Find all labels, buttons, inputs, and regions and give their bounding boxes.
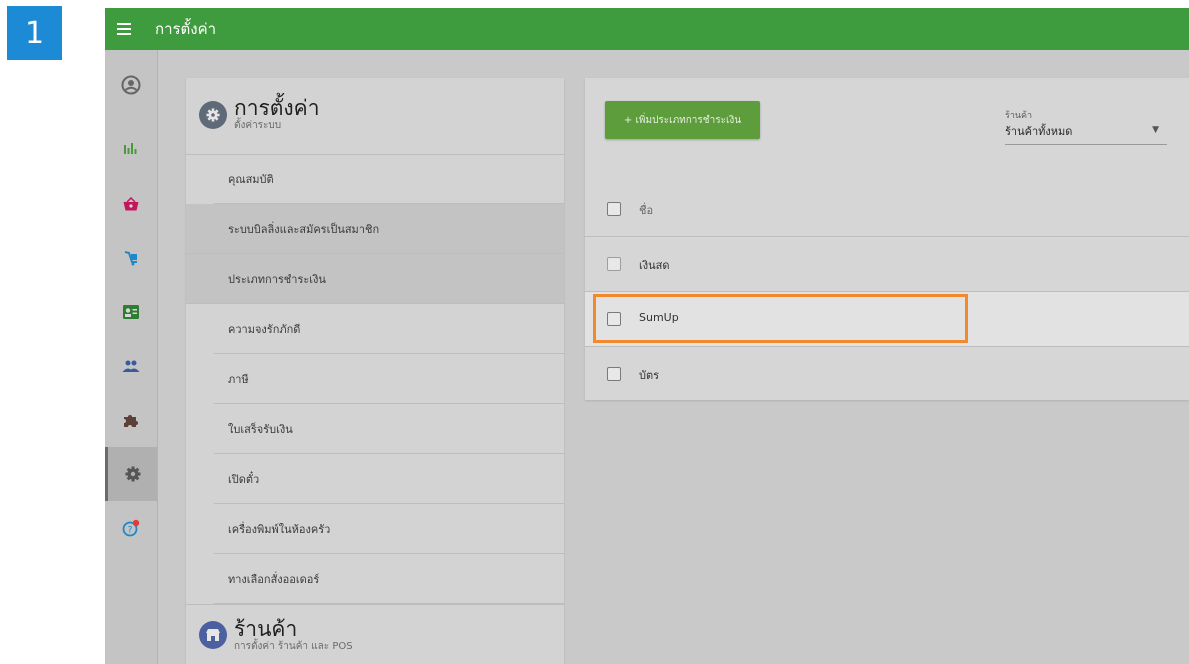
table-header: ชื่อ (585, 182, 1189, 237)
sidebar-item-customers[interactable] (105, 339, 157, 393)
hamburger-icon[interactable] (117, 8, 151, 50)
sidebar: ? (105, 50, 158, 664)
store-section-subtitle: การตั้งค่า ร้านค้า และ POS (234, 641, 353, 652)
app-window: การตั้งค่า ? การตั้งค่า ตั้งค่าระบบ คุณส… (105, 8, 1189, 664)
items-icon (124, 251, 137, 266)
settings-menu-card: การตั้งค่า ตั้งค่าระบบ คุณสมบัติ ระบบบิล… (186, 78, 564, 664)
highlight-annotation-box (593, 294, 968, 343)
help-icon: ? (122, 519, 140, 537)
store-icon (199, 621, 227, 649)
sidebar-item-employees[interactable] (105, 285, 157, 339)
column-header-name: ชื่อ (639, 204, 654, 217)
settings-item-billing[interactable]: ระบบบิลลิ่งและสมัครเป็นสมาชิก (186, 204, 564, 254)
settings-item-features[interactable]: คุณสมบัติ (214, 154, 564, 204)
basket-icon (123, 197, 139, 211)
payment-type-name: บัตร (639, 369, 660, 382)
settings-item-receipts[interactable]: ใบเสร็จรับเงิน (214, 404, 564, 454)
sidebar-item-items[interactable] (105, 231, 157, 285)
settings-item-loyalty[interactable]: ความจงรักภักดี (214, 304, 564, 354)
reports-icon (124, 143, 137, 154)
customers-icon (122, 360, 140, 372)
sidebar-item-integrations[interactable] (105, 393, 157, 447)
table-row[interactable]: บัตร (585, 347, 1189, 402)
table-row[interactable]: เงินสด (585, 237, 1189, 292)
store-filter-value: ร้านค้าทั้งหมด (1005, 125, 1073, 138)
select-all-checkbox[interactable] (607, 202, 621, 216)
sidebar-item-sales[interactable] (105, 177, 157, 231)
page-title: การตั้งค่า (155, 20, 217, 38)
store-filter-label: ร้านค้า (1005, 111, 1033, 121)
add-payment-type-button[interactable]: + เพิ่มประเภทการชำระเงิน (605, 101, 760, 139)
payment-type-name: เงินสด (639, 259, 670, 272)
store-filter-select[interactable]: ร้านค้า ร้านค้าทั้งหมด ▼ (1005, 108, 1167, 145)
svg-text:?: ? (128, 526, 133, 536)
row-checkbox[interactable] (607, 367, 621, 381)
account-icon (121, 75, 141, 95)
step-number-badge: 1 (7, 6, 62, 60)
row-checkbox[interactable] (607, 257, 621, 271)
sidebar-item-help[interactable]: ? (105, 501, 157, 555)
settings-item-dining-options[interactable]: ทางเลือกสั่งออเดอร์ (214, 554, 564, 604)
settings-item-open-tickets[interactable]: เปิดตั๋ว (214, 454, 564, 504)
dropdown-arrow-icon: ▼ (1152, 125, 1159, 135)
store-section-header[interactable]: ร้านค้า การตั้งค่า ร้านค้า และ POS (186, 604, 564, 664)
settings-item-taxes[interactable]: ภาษี (214, 354, 564, 404)
settings-item-payment-types[interactable]: ประเภทการชำระเงิน (186, 254, 564, 304)
employees-icon (123, 305, 139, 319)
sidebar-item-reports[interactable] (105, 121, 157, 175)
settings-icon (125, 466, 140, 482)
settings-gear-icon (199, 101, 227, 129)
settings-card-header: การตั้งค่า ตั้งค่าระบบ (186, 78, 564, 155)
sidebar-item-account[interactable] (105, 58, 157, 112)
top-bar: การตั้งค่า (105, 8, 1189, 50)
settings-item-kitchen-printers[interactable]: เครื่องพิมพ์ในห้องครัว (214, 504, 564, 554)
integrations-icon (124, 415, 138, 427)
sidebar-item-settings[interactable] (105, 447, 157, 501)
payment-types-card: + เพิ่มประเภทการชำระเงิน ร้านค้า ร้านค้า… (585, 78, 1189, 400)
settings-card-subtitle: ตั้งค่าระบบ (234, 120, 282, 131)
